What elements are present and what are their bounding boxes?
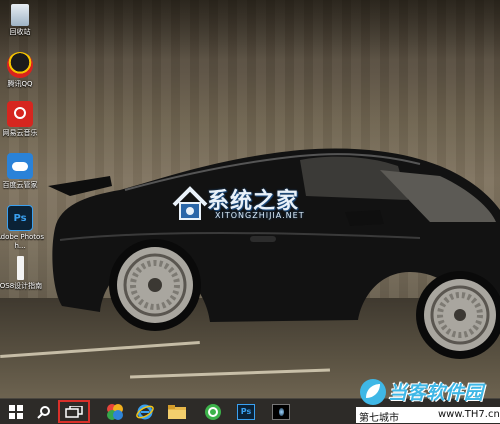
- desktop-icon-label: Adobe Photosh...: [0, 233, 44, 250]
- desktop-icon-tencent-qq[interactable]: 腾讯QQ: [0, 52, 44, 89]
- house-logo-icon: [172, 186, 208, 220]
- folder-icon: [168, 404, 186, 419]
- task-view-icon: [65, 405, 83, 418]
- taskbar-terminal[interactable]: [268, 401, 294, 422]
- netease-music-icon: [7, 101, 33, 127]
- site-logo-left-text: 第七城市: [359, 413, 399, 424]
- green-circle-app-icon: [205, 403, 221, 420]
- colorful-app-icon: [107, 403, 123, 420]
- qq-penguin-icon: [7, 52, 33, 78]
- desktop-icon-ios8-design-guide[interactable]: iOS8设计指南: [0, 256, 44, 291]
- leaf-logo-icon: [360, 379, 386, 405]
- site-logo-title: 当客软件园: [388, 382, 484, 404]
- site-logo-banner: 第七城市 www.TH7.cn: [356, 407, 500, 424]
- terminal-icon: [272, 403, 290, 420]
- taskbar-app-colorful[interactable]: [102, 401, 128, 422]
- document-file-icon: [16, 256, 24, 280]
- windows-icon: [9, 404, 23, 419]
- desktop-icon-label: 回收站: [9, 28, 31, 36]
- photoshop-icon: Ps: [237, 403, 255, 420]
- desktop-icon-label: iOS8设计指南: [0, 282, 43, 290]
- site-logo-right-text: www.TH7.cn: [438, 409, 500, 420]
- desktop-icon-adobe-photoshop[interactable]: Ps Adobe Photosh...: [0, 205, 44, 251]
- xitongzhijia-watermark: 系统之家 XITONGZHIJIA.NET: [170, 183, 370, 228]
- baidu-cloud-icon: [7, 153, 33, 179]
- desktop-icon-baidu-cloud[interactable]: 百度云管家: [0, 153, 44, 190]
- desktop-icon-label: 百度云管家: [2, 181, 38, 189]
- task-view-button[interactable]: [58, 400, 90, 423]
- desktop-wallpaper: 回收站 腾讯QQ 网易云音乐 百度云管家 Ps Adobe Photosh...…: [0, 0, 500, 398]
- taskbar-green-app[interactable]: [200, 401, 226, 422]
- site-logo-watermark: 当客软件园 第七城市 www.TH7.cn: [356, 378, 500, 424]
- desktop-icon-netease-music[interactable]: 网易云音乐: [0, 101, 44, 138]
- internet-explorer-icon: [136, 404, 154, 419]
- search-icon: [37, 405, 50, 419]
- taskbar-ie[interactable]: [132, 401, 158, 422]
- start-button[interactable]: [3, 401, 29, 422]
- desktop-icon-label: 网易云音乐: [2, 129, 38, 137]
- watermark-subtitle: XITONGZHIJIA.NET: [215, 211, 305, 220]
- recycle-bin-icon: [11, 4, 29, 26]
- photoshop-icon: Ps: [7, 205, 33, 231]
- taskbar-photoshop[interactable]: Ps: [233, 401, 259, 422]
- desktop-icon-recycle-bin[interactable]: 回收站: [0, 4, 44, 37]
- taskbar-explorer[interactable]: [164, 401, 190, 422]
- search-button[interactable]: [31, 401, 57, 422]
- desktop-icon-label: 腾讯QQ: [7, 80, 33, 88]
